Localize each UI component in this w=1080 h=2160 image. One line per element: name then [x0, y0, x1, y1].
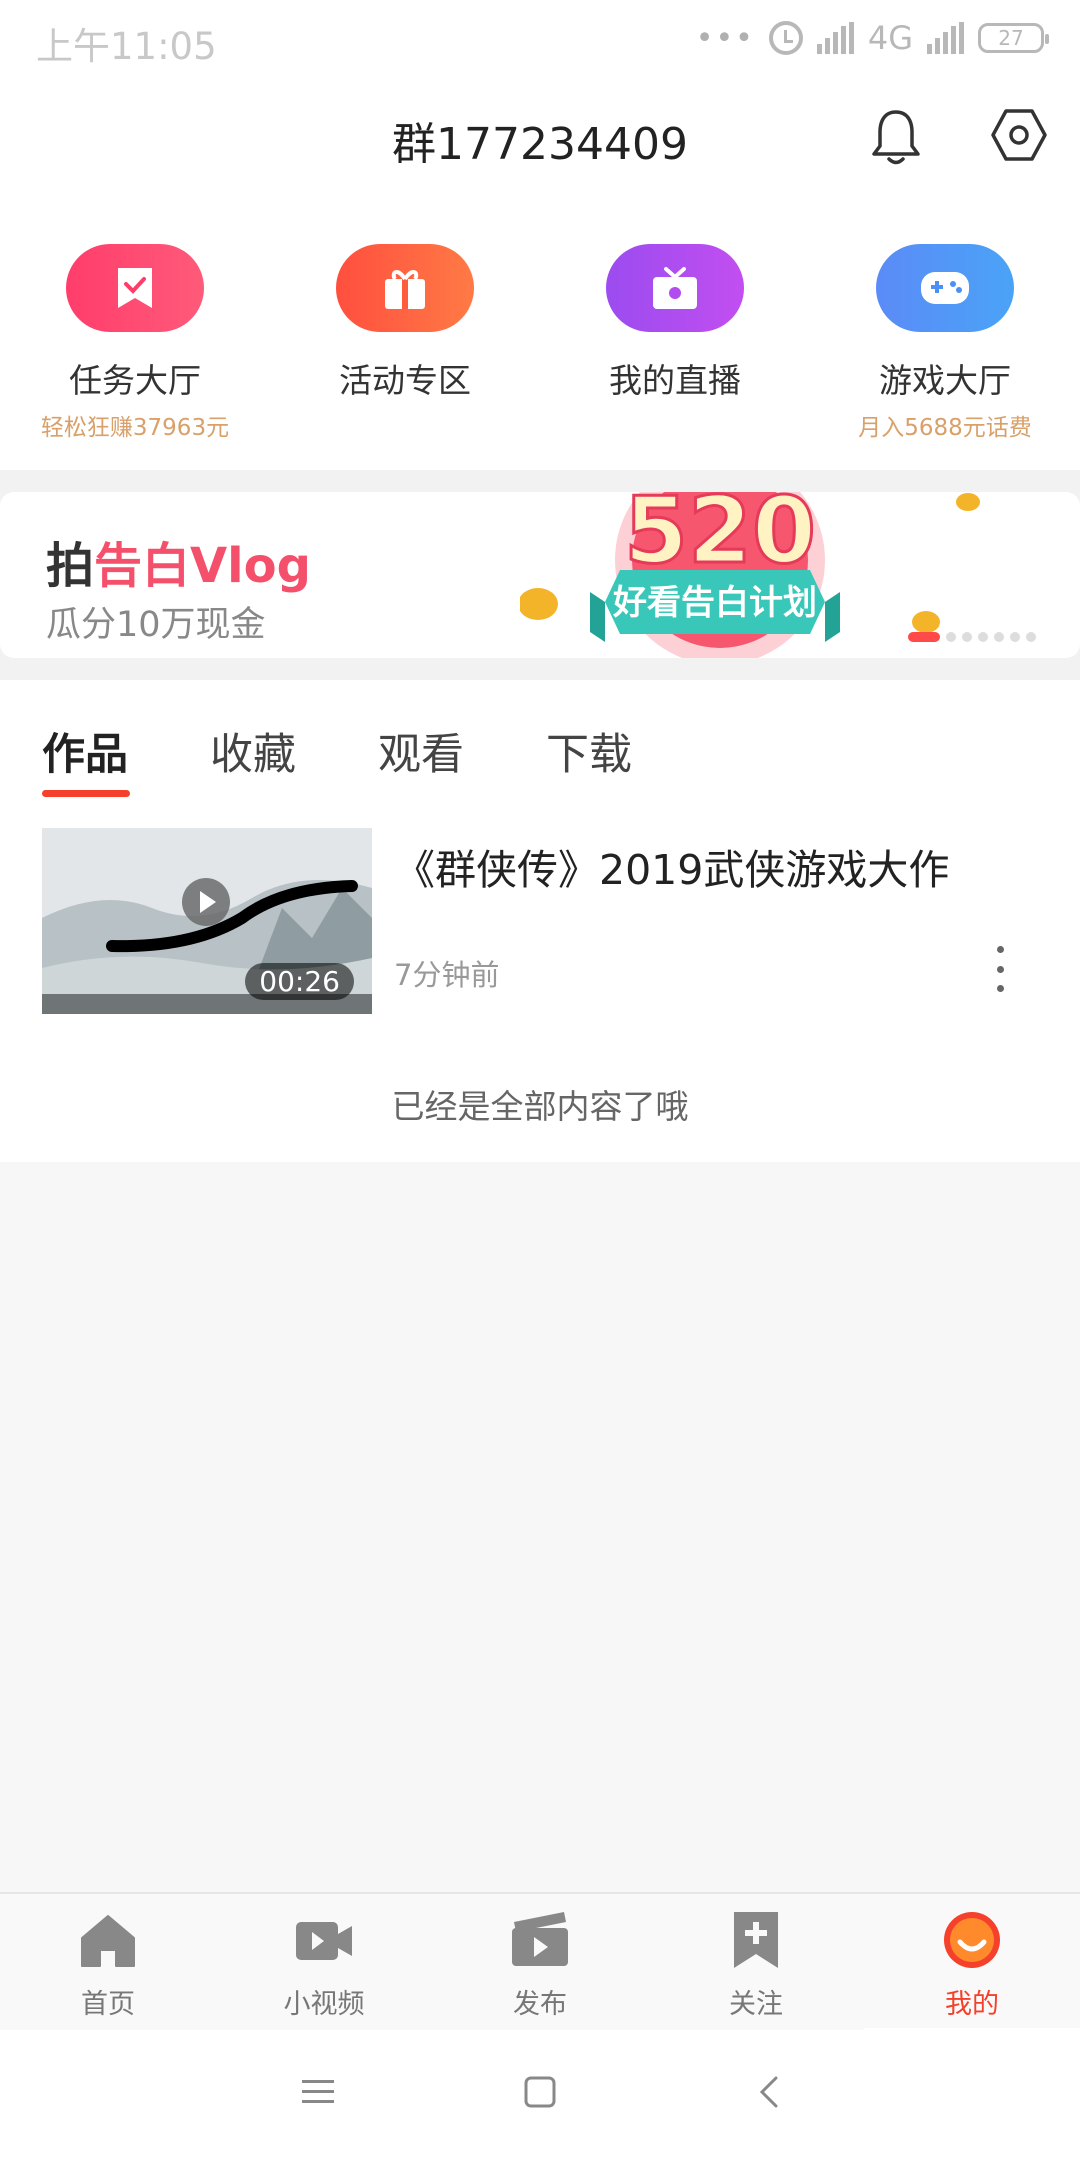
- video-list-item[interactable]: 00:26 《群侠传》2019武侠游戏大作 7分钟前: [42, 828, 1042, 1014]
- nav-me[interactable]: 我的: [864, 1910, 1080, 2021]
- status-time: 上午11:05: [36, 25, 217, 68]
- bookmark-plus-icon: [734, 1912, 778, 1968]
- task-icon: [66, 244, 204, 332]
- play-icon: [182, 878, 230, 926]
- quick-item-label: 活动专区: [339, 361, 471, 400]
- nav-label: 小视频: [283, 1989, 365, 2020]
- battery-icon: 27: [978, 23, 1049, 53]
- nav-label: 首页: [81, 1989, 135, 2020]
- system-nav-bar: [0, 2030, 1080, 2160]
- video-duration: 00:26: [245, 963, 354, 1000]
- me-smile-icon: [944, 1912, 1000, 1968]
- gamepad-icon: [876, 244, 1014, 332]
- nav-label: 我的: [945, 1989, 999, 2020]
- profile-header: 群177234409: [0, 76, 1080, 206]
- settings-icon[interactable]: [990, 106, 1048, 164]
- quick-item-label: 任务大厅: [69, 361, 201, 400]
- quick-item-my-live[interactable]: 我的直播: [540, 244, 810, 402]
- tab-bar: 作品 收藏 观看 下载: [42, 720, 632, 782]
- video-title[interactable]: 《群侠传》2019武侠游戏大作: [394, 836, 949, 896]
- banner-art-ribbon: 好看告白计划: [612, 583, 817, 623]
- network-type: 4G: [867, 19, 913, 57]
- nav-publish[interactable]: 发布: [432, 1910, 648, 2021]
- nav-short-video[interactable]: 小视频: [216, 1910, 432, 2021]
- gift-icon: [336, 244, 474, 332]
- home-square-icon[interactable]: [522, 2074, 558, 2110]
- alarm-icon: [768, 21, 803, 55]
- nav-label: 关注: [729, 1989, 783, 2020]
- bell-icon[interactable]: [868, 106, 924, 168]
- back-icon[interactable]: [752, 2074, 788, 2110]
- quick-item-sub: 轻松狂赚37963元: [40, 415, 230, 441]
- video-timestamp: 7分钟前: [394, 958, 500, 992]
- nav-label: 发布: [513, 1989, 567, 2020]
- tab-favorites[interactable]: 收藏: [210, 720, 296, 782]
- home-icon: [81, 1915, 135, 1967]
- quick-item-task-hall[interactable]: 任务大厅 轻松狂赚37963元: [0, 244, 270, 442]
- banner-area: 拍告白Vlog 瓜分10万现金 520 好看告白计划: [0, 470, 1080, 680]
- signal-icon: [816, 22, 854, 54]
- quick-item-label: 游戏大厅: [879, 361, 1011, 400]
- video-thumbnail[interactable]: 00:26: [42, 828, 372, 1014]
- nav-follow[interactable]: 关注: [648, 1910, 864, 2021]
- tab-works[interactable]: 作品: [42, 720, 128, 782]
- signal-icon-2: [927, 22, 964, 54]
- status-icons: ••• 4G 27: [695, 16, 1049, 60]
- more-dots-icon: •••: [695, 20, 755, 56]
- banner-pager: [908, 632, 1036, 642]
- bottom-nav: 首页 小视频 发布 关注 我的: [0, 1892, 1080, 2032]
- banner-subtitle: 瓜分10万现金: [46, 605, 266, 645]
- menu-icon[interactable]: [300, 2074, 336, 2110]
- quick-actions: 任务大厅 轻松狂赚37963元 活动专区 我的直播 游戏大厅 月入5688元话费: [0, 206, 1080, 470]
- promo-banner[interactable]: 拍告白Vlog 瓜分10万现金 520 好看告白计划: [0, 492, 1080, 658]
- quick-item-sub: 月入5688元话费: [858, 415, 1032, 441]
- nav-home[interactable]: 首页: [0, 1910, 216, 2021]
- status-bar: 上午11:05 ••• 4G 27: [0, 0, 1080, 76]
- publish-icon: [512, 1912, 568, 1966]
- content-panel: 作品 收藏 观看 下载 00:26 《群侠传》2019武侠游戏大作 7分钟前 已…: [0, 680, 1080, 1162]
- more-options-icon[interactable]: [992, 946, 1008, 992]
- quick-item-game-hall[interactable]: 游戏大厅 月入5688元话费: [810, 244, 1080, 442]
- tab-active-indicator: [42, 790, 130, 797]
- video-camera-icon: [296, 1922, 352, 1960]
- tab-downloads[interactable]: 下载: [546, 720, 632, 782]
- banner-title-prefix: 拍: [46, 538, 95, 594]
- banner-title-highlight: 告白Vlog: [94, 538, 311, 594]
- tab-watched[interactable]: 观看: [378, 720, 464, 782]
- quick-item-label: 我的直播: [609, 361, 741, 400]
- banner-title: 拍告白Vlog: [46, 526, 311, 596]
- end-of-list-text: 已经是全部内容了哦: [391, 1087, 689, 1126]
- quick-item-activity[interactable]: 活动专区: [270, 244, 540, 402]
- tv-icon: [606, 244, 744, 332]
